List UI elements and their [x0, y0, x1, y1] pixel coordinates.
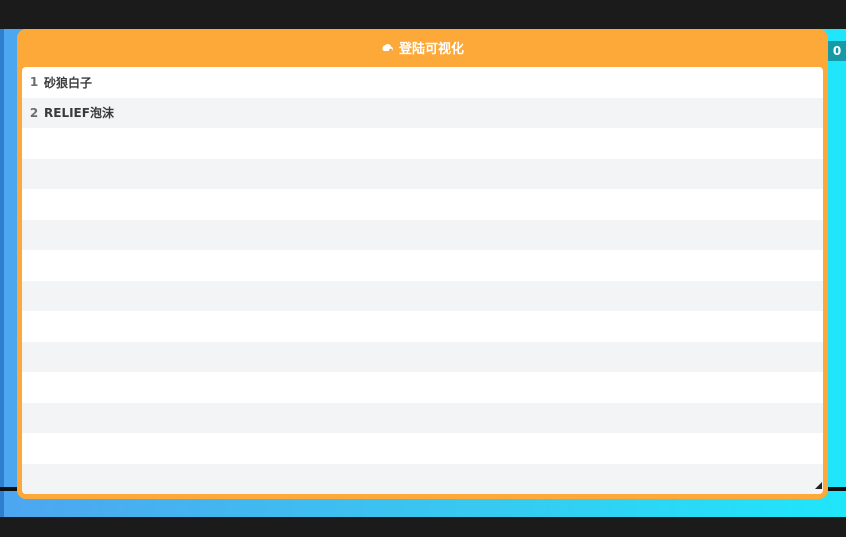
row-index: 2 [29, 105, 39, 120]
side-badge[interactable]: 0 [828, 41, 846, 61]
empty-row [22, 219, 823, 250]
row-username: RELIEF泡沫 [44, 106, 114, 121]
row-index: 1 [29, 75, 39, 90]
list-item[interactable]: 2 RELIEF泡沫 [22, 97, 823, 128]
empty-row [22, 372, 823, 403]
empty-row [22, 280, 823, 311]
backdrop-edge [0, 29, 4, 517]
row-username: 砂狼白子 [44, 75, 93, 90]
login-visualization-panel: 登陆可视化 1 砂狼白子 2 RELIEF泡沫 [17, 29, 828, 499]
empty-row [22, 341, 823, 372]
empty-row [22, 311, 823, 342]
empty-row [22, 128, 823, 159]
empty-row [22, 433, 823, 464]
list-item[interactable]: 1 砂狼白子 [22, 67, 823, 98]
panel-header[interactable]: 登陆可视化 [17, 29, 828, 65]
empty-row [22, 250, 823, 281]
empty-row [22, 158, 823, 189]
resize-handle[interactable] [815, 482, 822, 489]
user-list: 1 砂狼白子 2 RELIEF泡沫 [22, 67, 823, 494]
cloud-user-icon [381, 41, 394, 54]
panel-title: 登陆可视化 [398, 41, 464, 57]
empty-row [22, 402, 823, 433]
empty-row [22, 463, 823, 494]
empty-row [22, 189, 823, 220]
